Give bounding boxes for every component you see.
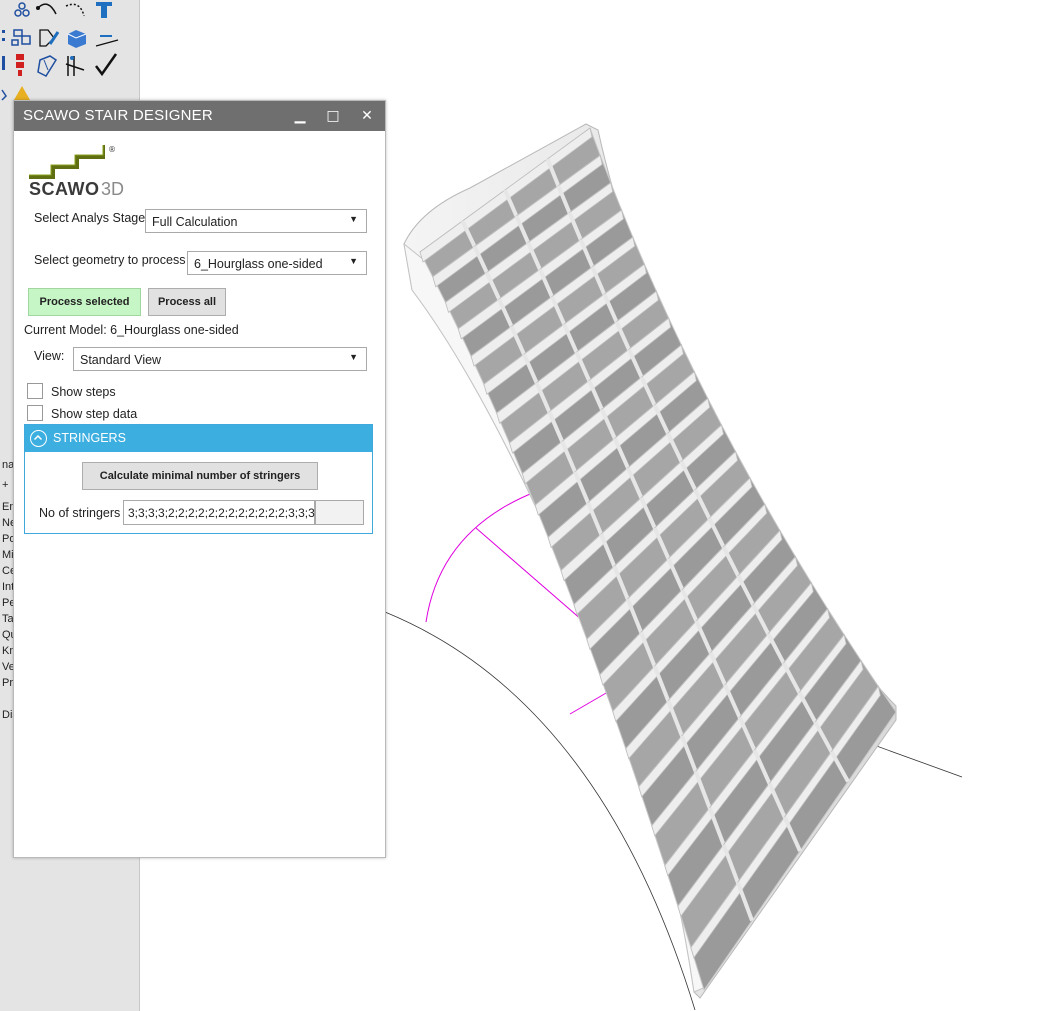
minimize-icon[interactable]: ▁ [284, 101, 316, 131]
stringers-count-input[interactable]: 3;3;3;3;2;2;2;2;2;2;2;2;2;2;2;2;3;3;3 [123, 500, 315, 525]
stair-designer-dialog: SCAWO STAIR DESIGNER ▁ □ ✕ ® SCAWO 3D Se… [13, 100, 386, 858]
geometry-value: 6_Hourglass one-sided [194, 257, 323, 271]
analysis-stage-select[interactable]: Full Calculation ▼ [145, 209, 367, 233]
dimension-icon[interactable] [95, 35, 119, 47]
show-step-data-label: Show step data [51, 407, 138, 421]
calculate-stringers-button[interactable]: Calculate minimal number of stringers [82, 462, 318, 490]
box-3d-icon[interactable] [67, 30, 87, 48]
column-icon[interactable] [2, 56, 5, 70]
current-model-text: Current Model: 6_Hourglass one-sided [24, 323, 239, 337]
stringers-count-value: 3;3;3;3;2;2;2;2;2;2;2;2;2;2;2;2;3;3;3 [128, 506, 315, 520]
logo-text-light: 3D [101, 179, 125, 199]
panel-icon[interactable] [37, 55, 58, 77]
analysis-stage-value: Full Calculation [152, 215, 238, 229]
side-list-item[interactable]: Ta [2, 611, 14, 627]
stringers-header[interactable]: STRINGERS [25, 425, 372, 452]
arrow-small-icon[interactable] [1, 89, 7, 101]
chevron-down-icon: ▼ [349, 256, 358, 266]
geometry-select[interactable]: 6_Hourglass one-sided ▼ [187, 251, 367, 275]
stair-treads [419, 127, 897, 992]
process-selected-button[interactable]: Process selected [28, 288, 141, 316]
blocks-icon[interactable] [16, 54, 24, 76]
side-list-item[interactable]: Mi [2, 547, 14, 563]
collapse-chevron-icon[interactable] [30, 430, 47, 447]
dialog-title: SCAWO STAIR DESIGNER [23, 107, 213, 124]
side-list-plus[interactable]: + [2, 477, 8, 493]
stringers-count-label: No of stringers [39, 506, 121, 520]
side-list-item[interactable]: Pr [2, 675, 13, 691]
analysis-stage-label: Select Analys Stage [34, 211, 146, 225]
close-icon[interactable]: ✕ [351, 101, 383, 131]
scawo-logo: ® SCAWO 3D [27, 143, 137, 203]
arc-icon[interactable] [36, 3, 57, 15]
tools-icon[interactable] [65, 56, 85, 76]
layout-icon[interactable] [11, 29, 31, 46]
dialog-titlebar[interactable]: SCAWO STAIR DESIGNER ▁ □ ✕ [14, 101, 385, 131]
process-all-button[interactable]: Process all [148, 288, 226, 316]
text-icon[interactable] [96, 2, 112, 18]
show-steps-label: Show steps [51, 385, 116, 399]
chevron-down-icon: ▼ [349, 352, 358, 362]
edit-pencil-icon[interactable] [39, 29, 60, 47]
logo-registered: ® [108, 145, 116, 154]
view-value: Standard View [80, 353, 162, 367]
show-steps-checkbox[interactable] [27, 383, 43, 399]
logo-text-bold: SCAWO [29, 179, 100, 199]
geometry-label: Select geometry to process [34, 253, 186, 267]
view-label: View: [34, 349, 65, 363]
stringers-title: STRINGERS [53, 431, 126, 445]
arc-dotted-icon[interactable] [65, 3, 85, 17]
points-icon[interactable] [14, 2, 30, 17]
stringers-extra-field[interactable] [315, 500, 364, 525]
chevron-down-icon: ▼ [349, 214, 358, 224]
grid-dots-icon[interactable] [2, 30, 5, 41]
maximize-icon[interactable]: □ [317, 101, 349, 131]
toolbar-icons[interactable] [0, 0, 139, 110]
guide-arc-magenta [425, 491, 536, 623]
warning-icon[interactable] [14, 86, 30, 100]
view-select[interactable]: Standard View ▼ [73, 347, 367, 371]
stringers-expander: STRINGERS Calculate minimal number of st… [24, 424, 373, 534]
show-step-data-checkbox[interactable] [27, 405, 43, 421]
check-icon[interactable] [95, 53, 118, 77]
